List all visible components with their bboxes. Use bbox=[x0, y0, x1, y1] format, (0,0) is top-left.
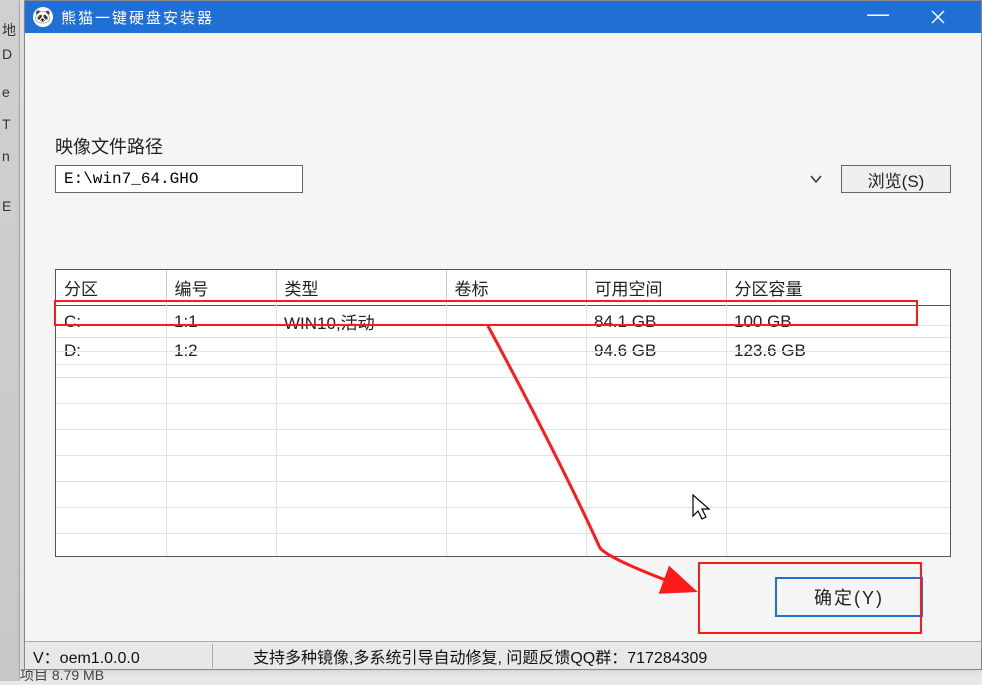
image-path-label: 映像文件路径 bbox=[55, 133, 951, 159]
installer-window: 🐼 熊猫一键硬盘安装器 — 映像文件路径 浏览(S) bbox=[24, 0, 982, 670]
bg-char: e bbox=[2, 84, 10, 100]
bg-char: D bbox=[2, 46, 12, 62]
window-title: 熊猫一键硬盘安装器 bbox=[61, 7, 863, 28]
col-number[interactable]: 编号 bbox=[166, 270, 276, 306]
partition-table: 分区 编号 类型 卷标 可用空间 分区容量 C: 1:1 WIN10,活动 8 bbox=[55, 269, 951, 557]
col-free[interactable]: 可用空间 bbox=[586, 270, 726, 306]
status-message: 支持多种镜像,多系统引导自动修复, 问题反馈QQ群：717284309 bbox=[213, 644, 973, 668]
minimize-button[interactable]: — bbox=[863, 7, 893, 27]
close-icon bbox=[930, 9, 946, 25]
col-capacity[interactable]: 分区容量 bbox=[726, 270, 950, 306]
image-path-input[interactable] bbox=[55, 165, 303, 193]
table-row[interactable]: C: 1:1 WIN10,活动 84.1 GB 100 GB bbox=[56, 306, 950, 338]
version-label: V：oem1.0.0.0 bbox=[33, 644, 213, 668]
bg-char: E bbox=[2, 198, 11, 214]
close-button[interactable] bbox=[923, 7, 953, 27]
chevron-down-icon bbox=[809, 174, 823, 184]
confirm-button[interactable]: 确定(Y) bbox=[775, 577, 923, 617]
col-type[interactable]: 类型 bbox=[276, 270, 446, 306]
table-row[interactable]: D: 1:2 94.6 GB 123.6 GB bbox=[56, 338, 950, 365]
bg-char: n bbox=[2, 148, 10, 164]
col-volume[interactable]: 卷标 bbox=[446, 270, 586, 306]
browse-button[interactable]: 浏览(S) bbox=[841, 165, 951, 193]
col-partition[interactable]: 分区 bbox=[56, 270, 166, 306]
app-icon: 🐼 bbox=[33, 7, 53, 27]
titlebar: 🐼 熊猫一键硬盘安装器 — bbox=[25, 1, 981, 33]
statusbar: V：oem1.0.0.0 支持多种镜像,多系统引导自动修复, 问题反馈QQ群：7… bbox=[25, 641, 981, 669]
bg-char: 地 bbox=[2, 20, 16, 40]
bg-char: T bbox=[2, 116, 11, 132]
panda-icon: 🐼 bbox=[35, 9, 51, 25]
